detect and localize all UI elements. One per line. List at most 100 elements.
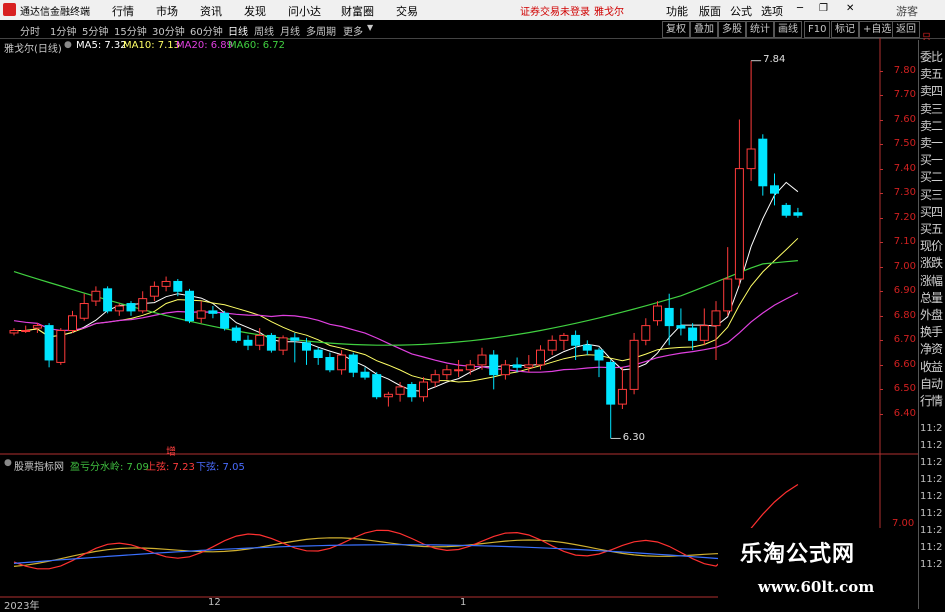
close-icon[interactable]: ✕	[846, 3, 854, 14]
app-logo-icon	[3, 3, 16, 16]
price-axis-label: 7.50	[893, 138, 916, 150]
side-panel-item[interactable]: 买三	[920, 186, 943, 203]
side-panel-item[interactable]: 自动	[920, 375, 943, 392]
side-panel-item[interactable]: 净资	[920, 340, 943, 357]
period-60min[interactable]: 60分钟	[190, 23, 223, 38]
candle-body	[617, 388, 627, 405]
price-axis-label: 6.70	[893, 334, 916, 346]
menu-gongshi[interactable]: 公式	[730, 3, 752, 19]
price-axis-label: 7.10	[893, 236, 916, 248]
side-panel-item[interactable]: 买五	[920, 220, 943, 237]
duogu-button[interactable]: 多股	[718, 21, 746, 38]
side-panel-item[interactable]: 现价	[920, 237, 943, 254]
f10-button[interactable]: F10	[804, 21, 831, 38]
period-multi[interactable]: 多周期	[306, 23, 336, 38]
side-panel-time: 11:2	[920, 542, 943, 553]
candle-body	[770, 185, 779, 194]
period-1min[interactable]: 1分钟	[50, 23, 76, 38]
side-panel-item[interactable]: 买四	[920, 203, 943, 220]
side-panel-item[interactable]: 换手	[920, 323, 943, 340]
period-fenshi[interactable]: 分时	[20, 23, 40, 38]
back-button[interactable]: 返回	[892, 21, 920, 38]
stock-name-tab[interactable]: 雅戈尔	[594, 3, 624, 18]
indicator-line1: 盈亏分水岭: 7.09	[70, 462, 149, 473]
side-panel-item[interactable]: 卖三	[920, 100, 943, 117]
side-panel-item[interactable]: 卖四	[920, 82, 943, 99]
candle-body	[68, 315, 77, 332]
candle-body	[383, 393, 393, 398]
period-5min[interactable]: 5分钟	[82, 23, 108, 38]
ma5-line	[14, 181, 799, 392]
menu-xuanxiang[interactable]: 选项	[761, 3, 783, 19]
price-axis-tick	[880, 364, 883, 366]
side-panel-item[interactable]: 卖一	[920, 134, 943, 151]
candle-body	[56, 330, 66, 363]
candle-body	[243, 339, 253, 346]
restore-icon[interactable]: ❐	[819, 3, 828, 14]
side-panel-time: 11:2	[920, 559, 943, 570]
candle-body	[149, 285, 159, 297]
menu-zixun[interactable]: 资讯	[200, 3, 222, 19]
price-axis-tick	[880, 291, 883, 293]
price-axis-tick	[880, 413, 883, 415]
side-panel-item[interactable]: 委比	[920, 48, 943, 65]
menu-shichang[interactable]: 市场	[156, 3, 178, 19]
side-panel-time: 11:2	[920, 491, 943, 502]
watermark-url: www.60lt.com	[758, 578, 875, 596]
menu-jiaoyi[interactable]: 交易	[396, 3, 418, 19]
side-panel-item[interactable]: 卖二	[920, 117, 943, 134]
guest-label[interactable]: 游客	[896, 3, 918, 19]
candle-body	[793, 212, 803, 216]
side-panel-item[interactable]: 买二	[920, 168, 943, 185]
login-notice[interactable]: 证券交易未登录	[520, 3, 590, 18]
add-watchlist-button[interactable]: +自选	[859, 21, 896, 38]
candle-body	[653, 305, 662, 322]
candle-body	[32, 325, 42, 329]
period-30min[interactable]: 30分钟	[152, 23, 185, 38]
huaxian-button[interactable]: 画线	[774, 21, 802, 38]
side-panel-item[interactable]: 总量	[920, 289, 943, 306]
side-panel-item[interactable]: 行情	[920, 392, 943, 409]
candle-body	[781, 204, 791, 216]
biaoji-button[interactable]: 标记	[831, 21, 859, 38]
period-daily[interactable]: 日线	[228, 23, 248, 38]
tongji-button[interactable]: 统计	[746, 21, 774, 38]
period-weekly[interactable]: 周线	[254, 23, 274, 38]
candle-body	[103, 288, 113, 312]
more-dropdown-icon[interactable]: ▼	[367, 23, 373, 32]
menu-hangqing[interactable]: 行情	[112, 3, 134, 19]
candle-body	[571, 334, 581, 346]
side-panel-item[interactable]: 外盘	[920, 306, 943, 323]
side-panel-item[interactable]: 涨幅	[920, 272, 943, 289]
minimize-icon[interactable]: ─	[797, 3, 803, 14]
fuquan-button[interactable]: 复权	[662, 21, 690, 38]
price-axis-tick	[880, 168, 883, 170]
side-panel-item[interactable]: 收益	[920, 358, 943, 375]
menu-gongneng[interactable]: 功能	[666, 3, 688, 19]
period-15min[interactable]: 15分钟	[114, 23, 147, 38]
side-panel-item[interactable]: 涨跌	[920, 254, 943, 271]
x-axis-year: 2023年	[4, 601, 40, 612]
price-axis-tick	[880, 70, 883, 72]
menu-wenxiaoda[interactable]: 问小达	[288, 3, 321, 19]
side-panel-time: 11:2	[920, 457, 943, 468]
menu-banmian[interactable]: 版面	[699, 3, 721, 19]
menu-faxian[interactable]: 发现	[244, 3, 266, 19]
diejia-button[interactable]: 叠加	[690, 21, 718, 38]
side-panel-item[interactable]: 卖五	[920, 65, 943, 82]
side-panel-item[interactable]: 买一	[920, 151, 943, 168]
period-monthly[interactable]: 月线	[280, 23, 300, 38]
price-axis-label: 7.20	[893, 211, 916, 223]
candle-body	[629, 339, 639, 390]
price-axis-label: 6.80	[893, 309, 916, 321]
price-axis-label: 7.40	[893, 162, 916, 174]
price-axis-tick	[880, 242, 883, 244]
price-axis-label: 7.60	[893, 113, 916, 125]
candle-body	[688, 327, 698, 341]
price-axis-tick	[880, 95, 883, 97]
period-more[interactable]: 更多	[343, 23, 363, 38]
candle-body	[536, 349, 545, 366]
menu-caifuquan[interactable]: 财富圈	[341, 3, 374, 19]
kline-chart[interactable]	[0, 38, 918, 609]
price-axis-tick	[880, 266, 883, 268]
